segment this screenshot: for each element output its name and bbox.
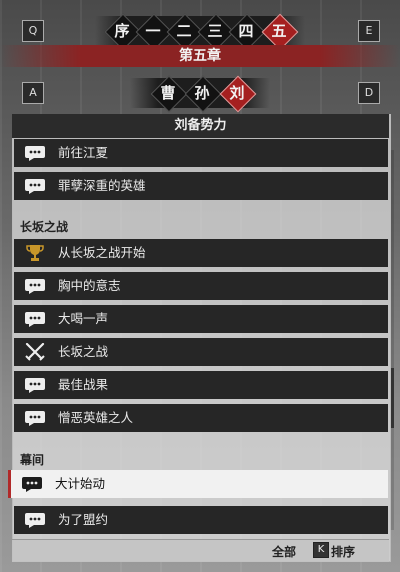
- filter-all-label[interactable]: 全部: [272, 543, 296, 560]
- list-item[interactable]: 罪孽深重的英雄: [14, 172, 388, 200]
- list-item-label: 大计始动: [55, 476, 106, 491]
- sort-label[interactable]: 排序: [331, 543, 355, 560]
- faction-tab-label: 刘: [229, 84, 245, 102]
- section-header-changban: 长坂之战: [20, 220, 69, 234]
- faction-tab-label: 曹: [160, 84, 176, 102]
- faction-tab-label: 孙: [194, 84, 210, 102]
- list-item-label: 为了盟约: [58, 512, 109, 527]
- list-item[interactable]: 憎恶英雄之人: [14, 404, 388, 432]
- scrollbar-track[interactable]: [391, 150, 394, 530]
- trophy-icon: [26, 245, 44, 261]
- key-hint-e[interactable]: E: [358, 20, 380, 42]
- section-header-intermission: 幕间: [20, 453, 45, 467]
- list-item-label: 长坂之战: [58, 344, 109, 359]
- list-item[interactable]: 胸中的意志: [14, 272, 388, 300]
- list-item[interactable]: 长坂之战: [14, 338, 388, 366]
- list-item-label: 从长坂之战开始: [58, 245, 146, 260]
- chat-bubble-icon: [25, 411, 45, 426]
- chat-bubble-icon: [25, 513, 45, 528]
- chat-bubble-icon: [25, 179, 45, 194]
- key-hint-d[interactable]: D: [358, 82, 380, 104]
- key-hint-a[interactable]: A: [22, 82, 44, 104]
- list-item[interactable]: 从长坂之战开始: [14, 239, 388, 267]
- key-hint-k[interactable]: K: [313, 542, 329, 558]
- chat-bubble-icon: [25, 312, 45, 327]
- chat-bubble-icon: [25, 146, 45, 161]
- chat-bubble-icon: [25, 279, 45, 294]
- key-hint-q[interactable]: Q: [22, 20, 44, 42]
- list-item-selected[interactable]: 大计始动: [8, 470, 388, 498]
- list-item-label: 憎恶英雄之人: [58, 410, 134, 425]
- list-item[interactable]: 为了盟约: [14, 506, 388, 534]
- list-item-label: 罪孽深重的英雄: [58, 178, 146, 193]
- list-item[interactable]: 最佳战果: [14, 371, 388, 399]
- chapter-tab-label: 四: [238, 22, 254, 40]
- scrollbar-thumb[interactable]: [391, 368, 394, 428]
- chapter-title: 第五章: [0, 45, 400, 67]
- crossed-swords-icon: [25, 343, 45, 361]
- list-item-label: 胸中的意志: [58, 278, 121, 293]
- chapter-tab-label: 五: [271, 22, 287, 40]
- list-item[interactable]: 前往江夏: [14, 139, 388, 167]
- chat-bubble-icon: [22, 477, 42, 492]
- list-item-label: 前往江夏: [58, 145, 109, 160]
- chat-bubble-icon: [25, 378, 45, 393]
- list-item-label: 大喝一声: [58, 311, 109, 326]
- panel-title: 刘备势力: [12, 114, 389, 138]
- list-item-label: 最佳战果: [58, 377, 109, 392]
- list-item[interactable]: 大喝一声: [14, 305, 388, 333]
